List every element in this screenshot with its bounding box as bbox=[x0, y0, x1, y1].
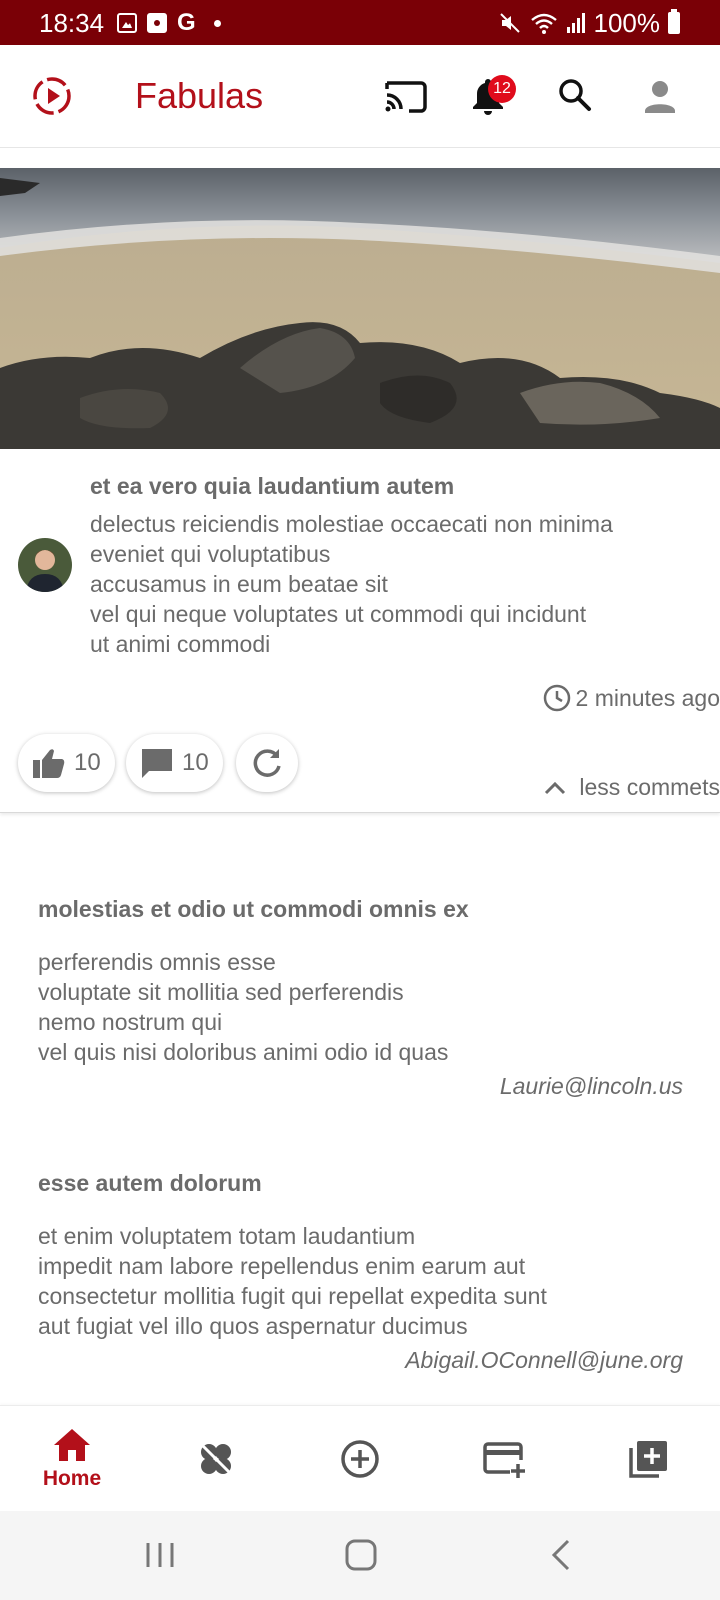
comment-title: esse autem dolorum bbox=[38, 1170, 262, 1196]
signal-icon bbox=[566, 13, 585, 33]
status-notification-icons: G bbox=[117, 9, 221, 36]
comment-body-line: impedit nam labore repellendus enim earu… bbox=[38, 1253, 526, 1279]
notification-badge: 12 bbox=[488, 75, 516, 103]
comment-body-line: consectetur mollitia fugit qui repellat … bbox=[38, 1283, 547, 1309]
nav-add-library[interactable] bbox=[576, 1406, 720, 1512]
status-time: 18:34 bbox=[39, 8, 105, 38]
home-button-icon[interactable] bbox=[341, 1535, 381, 1575]
post-title: et ea vero quia laudantium autem bbox=[90, 473, 455, 499]
gallery-icon bbox=[117, 13, 137, 33]
comment-count: 10 bbox=[182, 749, 209, 776]
less-comments-toggle[interactable]: less commets bbox=[543, 774, 720, 801]
comment-body-line: voluptate sit mollitia sed perferendis bbox=[38, 979, 404, 1005]
home-icon bbox=[54, 1429, 90, 1461]
system-navigation-bar bbox=[0, 1511, 720, 1600]
nav-add-card[interactable] bbox=[432, 1406, 576, 1512]
mute-icon bbox=[499, 13, 520, 33]
search-icon[interactable] bbox=[553, 73, 599, 119]
clover-icon bbox=[199, 1442, 233, 1476]
like-button[interactable]: 10 bbox=[18, 734, 115, 792]
comment-body-line: et enim voluptatem totam laudantium bbox=[38, 1223, 416, 1249]
post-card: et ea vero quia laudantium autem delectu… bbox=[0, 168, 720, 813]
post-time-text: 2 minutes ago bbox=[575, 684, 720, 711]
author-avatar[interactable] bbox=[18, 538, 72, 592]
add-library-icon bbox=[629, 1441, 667, 1478]
nav-clover[interactable] bbox=[144, 1406, 288, 1512]
comment-body-line: perferendis omnis esse bbox=[38, 949, 276, 975]
comment-item: esse autem dolorum et enim voluptatem to… bbox=[38, 1170, 683, 1374]
battery-icon bbox=[668, 9, 680, 34]
comment-body: perferendis omnis esse voluptate sit mol… bbox=[38, 947, 683, 1067]
battery-percent: 100% bbox=[593, 8, 661, 38]
logo-play-icon[interactable] bbox=[32, 76, 72, 116]
calendar-icon bbox=[147, 13, 167, 33]
refresh-button[interactable] bbox=[236, 734, 298, 792]
chevron-up-icon bbox=[545, 781, 566, 794]
comment-body-line: vel quis nisi doloribus animi odio id qu… bbox=[38, 1039, 449, 1065]
status-right-icons: 100% bbox=[498, 8, 680, 38]
recent-apps-icon[interactable] bbox=[140, 1535, 180, 1575]
add-card-icon bbox=[483, 1442, 525, 1478]
post-body-line: eveniet qui voluptatibus bbox=[90, 541, 331, 567]
google-icon: G bbox=[177, 9, 196, 36]
comment-body: et enim voluptatem totam laudantium impe… bbox=[38, 1221, 683, 1341]
like-count: 10 bbox=[74, 749, 101, 776]
bottom-navigation: Home bbox=[0, 1405, 720, 1511]
post-body-line: delectus reiciendis molestiae occaecati … bbox=[90, 511, 613, 537]
refresh-icon bbox=[253, 749, 281, 777]
nav-home-label: Home bbox=[42, 1467, 102, 1490]
app-bar: Fabulas 12 bbox=[0, 45, 720, 148]
post-body: delectus reiciendis molestiae occaecati … bbox=[90, 509, 700, 659]
post-timestamp: 2 minutes ago bbox=[542, 683, 720, 713]
wifi-icon bbox=[530, 13, 557, 34]
cast-icon[interactable] bbox=[383, 73, 429, 119]
account-icon[interactable] bbox=[637, 73, 683, 119]
back-icon[interactable] bbox=[542, 1535, 582, 1575]
more-notifications-dot-icon bbox=[213, 19, 221, 27]
less-comments-label: less commets bbox=[579, 774, 720, 800]
post-body-line: ut animi commodi bbox=[90, 631, 271, 657]
nav-add[interactable] bbox=[288, 1406, 432, 1512]
comment-author-email[interactable]: Laurie@lincoln.us bbox=[38, 1073, 683, 1100]
thumbs-up-icon bbox=[33, 749, 65, 778]
comment-author-email[interactable]: Abigail.OConnell@june.org bbox=[38, 1347, 683, 1374]
post-hero-image bbox=[0, 168, 720, 449]
post-body-line: accusamus in eum beatae sit bbox=[90, 571, 388, 597]
status-bar: 18:34 G 100% bbox=[0, 0, 720, 45]
app-title: Fabulas bbox=[135, 75, 264, 116]
comment-title: molestias et odio ut commodi omnis ex bbox=[38, 896, 469, 922]
add-circle-icon bbox=[341, 1440, 379, 1478]
nav-home[interactable]: Home bbox=[0, 1406, 144, 1512]
clock-icon bbox=[543, 684, 570, 712]
comment-body-line: nemo nostrum qui bbox=[38, 1009, 223, 1035]
post-body-line: vel qui neque voluptates ut commodi qui … bbox=[90, 601, 587, 627]
comment-body-line: aut fugiat vel illo quos aspernatur duci… bbox=[38, 1313, 468, 1339]
comment-item: molestias et odio ut commodi omnis ex pe… bbox=[38, 896, 683, 1100]
comments-button[interactable]: 10 bbox=[126, 734, 223, 792]
comment-icon bbox=[142, 749, 172, 778]
